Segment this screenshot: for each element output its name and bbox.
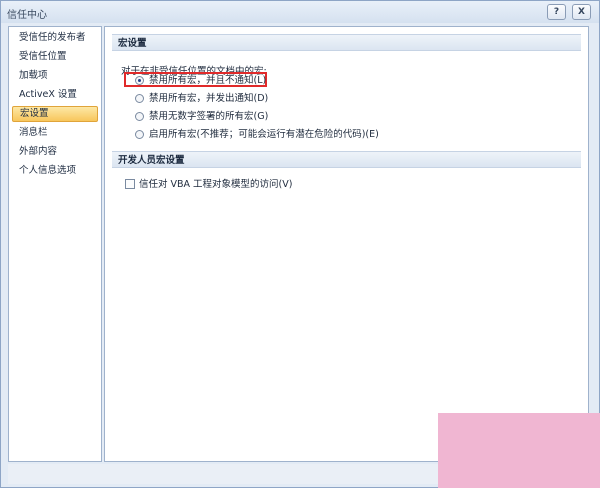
option-label: 禁用所有宏，并发出通知(D) [149, 93, 269, 104]
radio-icon[interactable] [135, 130, 144, 139]
radio-icon[interactable] [135, 94, 144, 103]
trust-vba-label[interactable]: 信任对 VBA 工程对象模型的访问(V) [139, 176, 292, 190]
sidebar-item-privacy-options[interactable]: 个人信息选项 [12, 163, 98, 179]
sidebar-item-message-bar[interactable]: 消息栏 [12, 125, 98, 141]
developer-settings-header: 开发人员宏设置 [112, 151, 581, 168]
option-label: 启用所有宏(不推荐；可能会运行有潜在危险的代码)(E) [149, 129, 379, 140]
window-title: 信任中心 [7, 10, 47, 21]
overlay-block [438, 413, 600, 488]
title-bar: 信任中心 ? X [1, 1, 599, 23]
close-button[interactable]: X [572, 4, 591, 20]
option-label: 禁用无数字签署的所有宏(G) [149, 111, 269, 122]
sidebar-item-trusted-publishers[interactable]: 受信任的发布者 [12, 30, 98, 46]
radio-selected-icon[interactable] [135, 76, 144, 85]
sidebar-item-add-ins[interactable]: 加载项 [12, 68, 98, 84]
radio-icon[interactable] [135, 112, 144, 121]
sidebar-item-activex-settings[interactable]: ActiveX 设置 [12, 87, 98, 103]
macro-settings-header: 宏设置 [112, 34, 581, 51]
option-label: 禁用所有宏，并且不通知(L) [149, 75, 267, 86]
settings-panel: 宏设置 对于在非受信任位置的文档中的宏: 禁用所有宏，并且不通知(L) 禁用所有… [104, 26, 589, 462]
sidebar-item-macro-settings[interactable]: 宏设置 [12, 106, 98, 122]
trust-vba-checkbox[interactable] [125, 179, 135, 189]
help-button[interactable]: ? [547, 4, 566, 20]
sidebar-item-external-content[interactable]: 外部内容 [12, 144, 98, 160]
sidebar: 受信任的发布者 受信任位置 加载项 ActiveX 设置 宏设置 消息栏 外部内… [8, 26, 102, 462]
sidebar-item-trusted-locations[interactable]: 受信任位置 [12, 49, 98, 65]
